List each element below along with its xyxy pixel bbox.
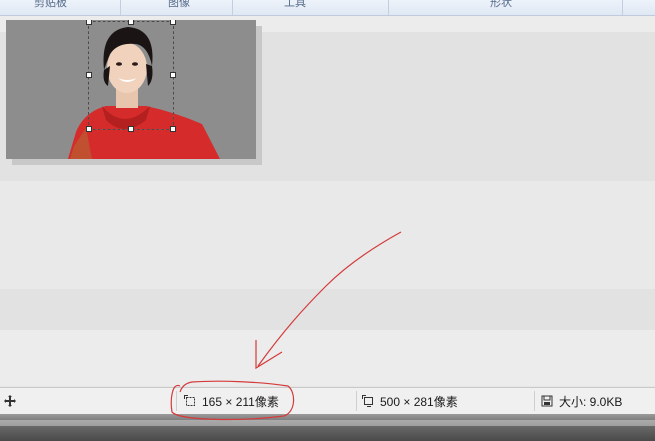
ribbon-group-image: 图像 <box>168 0 190 9</box>
status-divider <box>534 391 535 411</box>
ribbon-divider <box>622 0 623 15</box>
image-size-text: 500 × 281像素 <box>380 394 458 409</box>
window-bottom-frame <box>0 414 655 441</box>
ribbon-group-tools: 工具 <box>284 0 306 9</box>
ribbon-group-shapes: 形状 <box>490 0 512 9</box>
resize-handle[interactable] <box>128 126 134 132</box>
ribbon-divider <box>388 0 389 15</box>
resize-handle[interactable] <box>86 126 92 132</box>
resize-handle[interactable] <box>86 20 92 25</box>
canvas-band <box>0 330 655 386</box>
resize-handle[interactable] <box>170 126 176 132</box>
status-divider <box>356 391 357 411</box>
ribbon-group-clipboard: 剪贴板 <box>34 0 67 9</box>
selection-size-icon <box>184 395 195 406</box>
file-size-text: 大小: 9.0KB <box>559 394 623 409</box>
ribbon-divider <box>232 0 233 15</box>
canvas-area[interactable] <box>0 16 655 386</box>
selection-size-text: 165 × 211像素 <box>202 394 279 409</box>
image-size-icon <box>362 395 373 407</box>
resize-handle[interactable] <box>170 72 176 78</box>
ribbon-divider <box>120 0 121 15</box>
ribbon: 剪贴板 图像 工具 形状 <box>0 0 655 16</box>
status-divider <box>176 391 177 411</box>
resize-handle[interactable] <box>128 20 134 25</box>
floppy-disk-icon <box>541 395 553 407</box>
status-image-size-cell: 500 × 281像素 <box>362 388 458 414</box>
status-move-cell <box>4 388 22 414</box>
resize-handle[interactable] <box>86 72 92 78</box>
selection-rectangle[interactable] <box>86 20 176 132</box>
image-canvas[interactable] <box>6 20 256 159</box>
status-selection-cell: 165 × 211像素 <box>184 388 279 414</box>
canvas-band <box>0 181 655 289</box>
move-arrows-icon <box>4 395 16 407</box>
status-file-size-cell: 大小: 9.0KB <box>541 388 622 414</box>
status-bar: 165 × 211像素 500 × 281像素 大小: 9.0KB <box>0 387 655 414</box>
resize-handle[interactable] <box>170 20 176 25</box>
